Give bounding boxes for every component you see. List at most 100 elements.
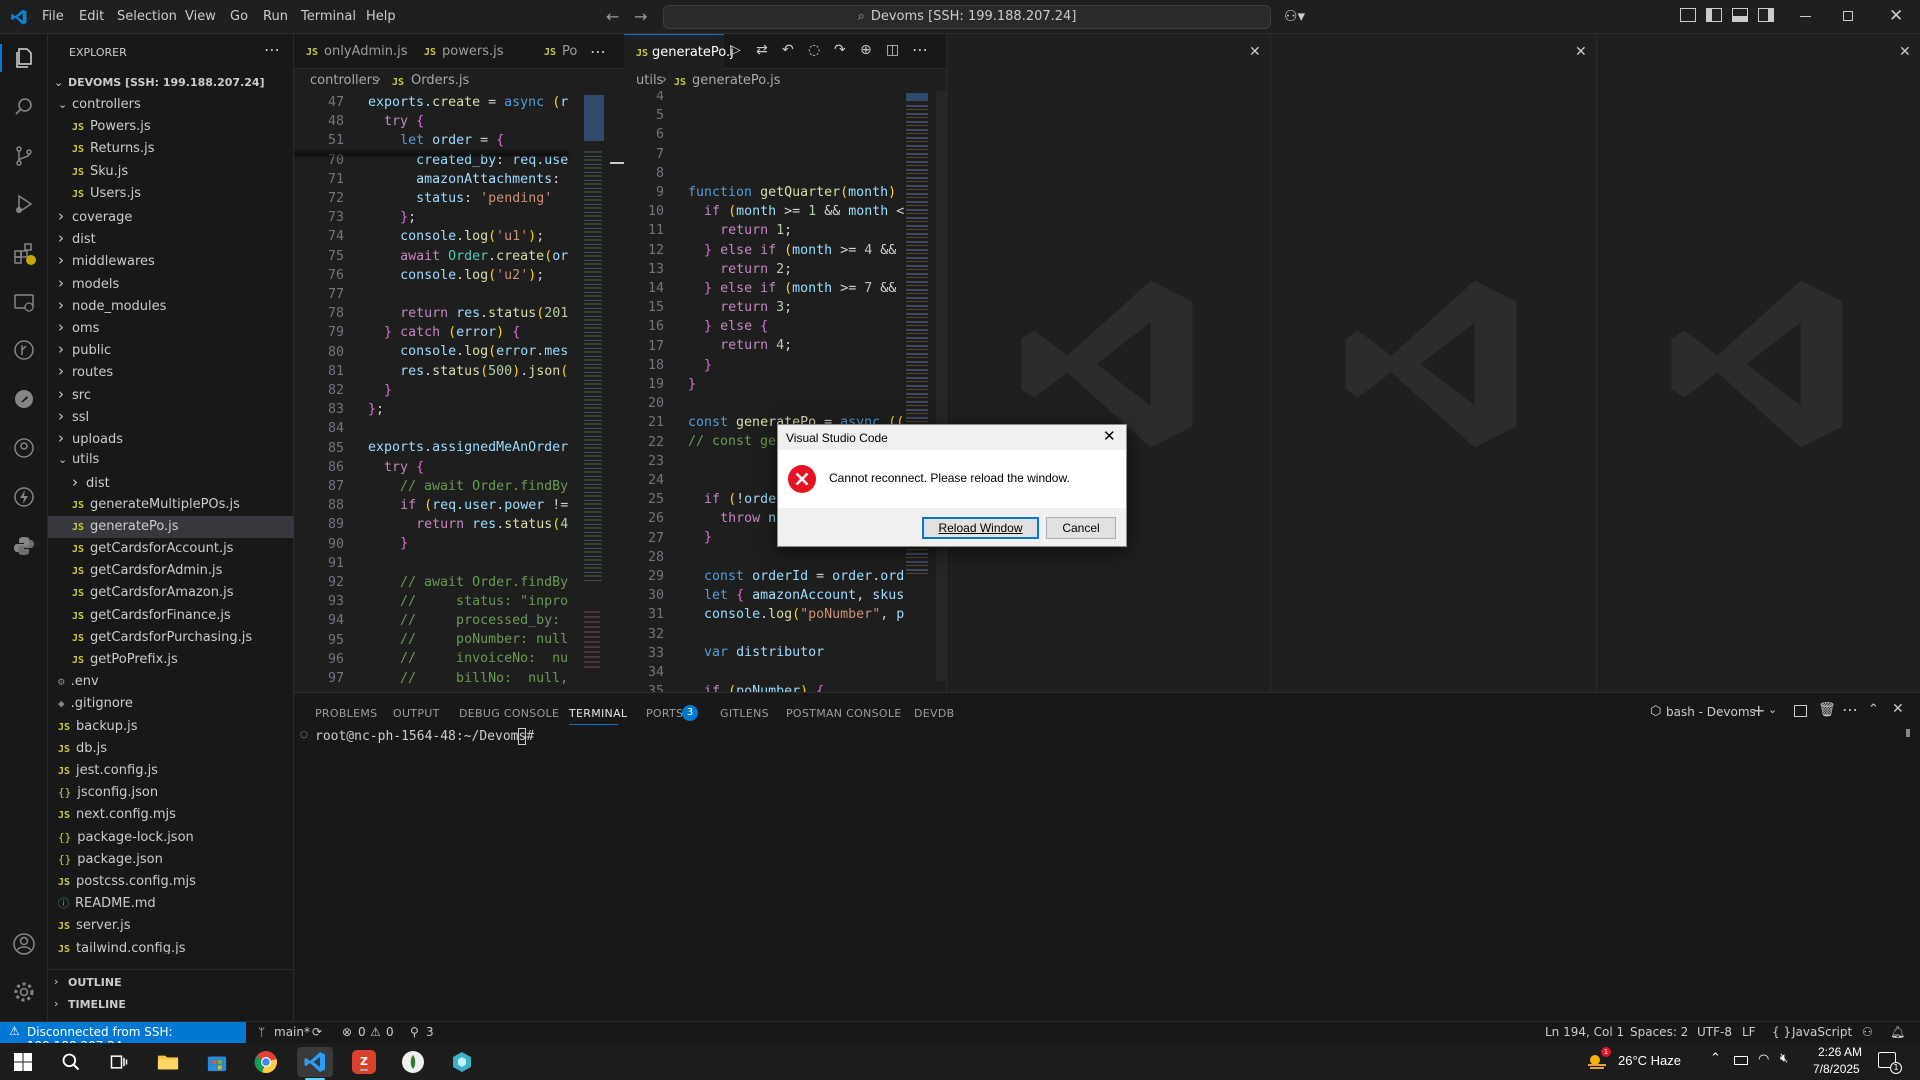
python-icon[interactable]	[12, 534, 36, 558]
chevron-up-icon[interactable]: ⌃	[1710, 1051, 1721, 1066]
search-icon[interactable]	[53, 1047, 89, 1077]
file-item[interactable]: JS Returns.js	[48, 138, 294, 160]
tab-po[interactable]: JS Po	[532, 34, 582, 69]
back-arrow-icon[interactable]: ←	[606, 7, 619, 26]
panel-tab-debug-console[interactable]: DEBUG CONSOLE	[459, 707, 559, 720]
volume-muted-icon[interactable]: 🔇︎	[1780, 1051, 1788, 1066]
panel-tab-terminal[interactable]: TERMINAL	[569, 707, 627, 720]
search-icon[interactable]	[12, 95, 36, 119]
store-icon[interactable]	[199, 1047, 235, 1077]
panel-tab-devdb[interactable]: DEVDB	[914, 707, 954, 720]
battery-icon[interactable]	[1734, 1056, 1748, 1065]
previous-change-icon[interactable]: ◌	[808, 42, 820, 58]
outline-section[interactable]: › OUTLINE	[48, 972, 294, 994]
file-item[interactable]: JS Users.js	[48, 183, 294, 205]
accounts-icon[interactable]	[12, 932, 36, 956]
database-icon[interactable]	[12, 436, 36, 460]
timeline-icon[interactable]: ⊕	[860, 42, 872, 58]
folder-item[interactable]: › oms	[48, 316, 294, 338]
devtools-app-icon[interactable]	[444, 1047, 480, 1077]
file-item[interactable]: JS next.config.mjs	[48, 804, 294, 826]
toggle-panel-icon[interactable]	[1732, 8, 1748, 22]
file-item[interactable]: JS getCardsforAccount.js	[48, 538, 294, 560]
maximize-panel-icon[interactable]: ⌃	[1868, 702, 1879, 717]
open-previous-revision-icon[interactable]: ↶	[782, 42, 794, 58]
terminal-view[interactable]: ○ root@nc-ph-1564-48:~/Devoms#	[294, 728, 1904, 1019]
split-terminal-icon[interactable]	[1794, 705, 1807, 717]
file-item[interactable]: {} package-lock.json	[48, 827, 294, 849]
file-item[interactable]: JS Sku.js	[48, 161, 294, 183]
extensions-icon[interactable]	[12, 241, 36, 265]
folder-item[interactable]: › uploads	[48, 427, 294, 449]
folder-item[interactable]: › middlewares	[48, 249, 294, 271]
file-item[interactable]: JS generatePo.js	[48, 515, 294, 538]
more-actions-icon[interactable]: ⋯	[912, 40, 928, 59]
minimap[interactable]	[582, 91, 604, 692]
file-item[interactable]: JS postcss.config.mjs	[48, 871, 294, 893]
menu-selection[interactable]: Selection	[117, 9, 177, 24]
editor-2-content[interactable]: 4 5 6 7 8 9 10 11 12 13 14 15 16 17 18 19 20 21 22 23 24 25 26…	[624, 91, 946, 692]
close-dialog-icon[interactable]: ✕	[1103, 427, 1116, 445]
timeline-section[interactable]: › TIMELINE	[48, 994, 294, 1016]
command-center[interactable]: ⌕ Devoms [SSH: 199.188.207.24]	[663, 5, 1271, 29]
file-item[interactable]: ⚙ .env	[48, 671, 294, 693]
remote-indicator[interactable]: ⚠ Disconnected from SSH: 199.188.207.24	[0, 1022, 246, 1053]
copilot-icon[interactable]: ⚇	[1862, 1025, 1873, 1039]
task-view-icon[interactable]	[101, 1047, 137, 1077]
run-file-icon[interactable]: ▷	[730, 42, 741, 58]
clock-date[interactable]: 7/8/2025	[1813, 1062, 1860, 1076]
breadcrumb-folder[interactable]: utils	[636, 73, 663, 88]
trash-icon[interactable]: 🗑	[1818, 702, 1836, 718]
folder-item[interactable]: ⌄ controllers	[48, 94, 294, 116]
forward-arrow-icon[interactable]: →	[634, 7, 647, 26]
folder-item[interactable]: › src	[48, 383, 294, 405]
close-group-icon[interactable]: ✕	[1575, 44, 1587, 60]
warning-count[interactable]: 0	[386, 1025, 394, 1039]
menu-help[interactable]: Help	[366, 9, 396, 24]
language-mode[interactable]: JavaScript	[1792, 1025, 1852, 1039]
new-terminal-icon[interactable]: +	[1752, 701, 1765, 720]
copilot-icon[interactable]: ⚇▾	[1284, 7, 1305, 25]
end-of-line[interactable]: LF	[1742, 1025, 1756, 1039]
thunder-client-icon[interactable]	[12, 485, 36, 509]
file-item[interactable]: JS getPoPrefix.js	[48, 649, 294, 671]
chevron-down-icon[interactable]: ⌄	[1768, 703, 1777, 716]
explorer-icon[interactable]	[12, 46, 36, 70]
file-item[interactable]: JS generateMultiplePOs.js	[48, 494, 294, 516]
remote-explorer-icon[interactable]	[12, 290, 36, 314]
editor-1-content[interactable]: 47 48 51 70 71 72 73 74 75 76 77 78 79 80 81 82 83 84 85 86…	[294, 91, 624, 692]
ports-count[interactable]: 3	[426, 1025, 434, 1039]
panel-tab-problems[interactable]: PROBLEMS	[315, 707, 377, 720]
gitlens-icon[interactable]	[12, 338, 36, 362]
weather-text[interactable]: 26°C Haze	[1618, 1053, 1681, 1068]
toggle-secondary-sidebar-icon[interactable]	[1758, 8, 1774, 22]
file-item[interactable]: JS backup.js	[48, 716, 294, 738]
minimap[interactable]	[904, 91, 930, 692]
app-icon[interactable]	[395, 1047, 431, 1077]
error-count[interactable]: 0	[358, 1025, 366, 1039]
folder-item[interactable]: › ssl	[48, 405, 294, 427]
close-panel-icon[interactable]: ✕	[1892, 701, 1904, 717]
vscode-taskbar-icon[interactable]	[297, 1047, 333, 1077]
zoho-icon[interactable]: Z	[346, 1047, 382, 1077]
file-item[interactable]: ⓘ README.md	[48, 893, 294, 915]
restore-window-icon[interactable]	[1843, 11, 1853, 21]
toggle-sidebar-icon[interactable]	[1706, 8, 1722, 22]
close-window-icon[interactable]: ✕	[1889, 6, 1903, 26]
tab-onlyadmin[interactable]: JS onlyAdmin.js	[294, 34, 408, 69]
git-branch[interactable]: main*	[274, 1025, 310, 1039]
menu-edit[interactable]: Edit	[79, 9, 104, 24]
folder-item[interactable]: › public	[48, 338, 294, 360]
close-group-icon[interactable]: ✕	[1899, 44, 1911, 60]
close-group-icon[interactable]: ✕	[1249, 44, 1261, 60]
tab-powers[interactable]: JS powers.js	[412, 34, 524, 69]
postman-icon[interactable]	[12, 387, 36, 411]
folder-item[interactable]: › dist	[48, 227, 294, 249]
indentation[interactable]: Spaces: 2	[1630, 1025, 1688, 1039]
source-control-icon[interactable]	[12, 144, 36, 168]
folder-item[interactable]: › node_modules	[48, 294, 294, 316]
file-item[interactable]: JS db.js	[48, 738, 294, 760]
breadcrumb-folder[interactable]: controllers	[310, 73, 379, 88]
menu-view[interactable]: View	[185, 9, 216, 24]
wifi-icon[interactable]: ◠	[1758, 1052, 1769, 1067]
